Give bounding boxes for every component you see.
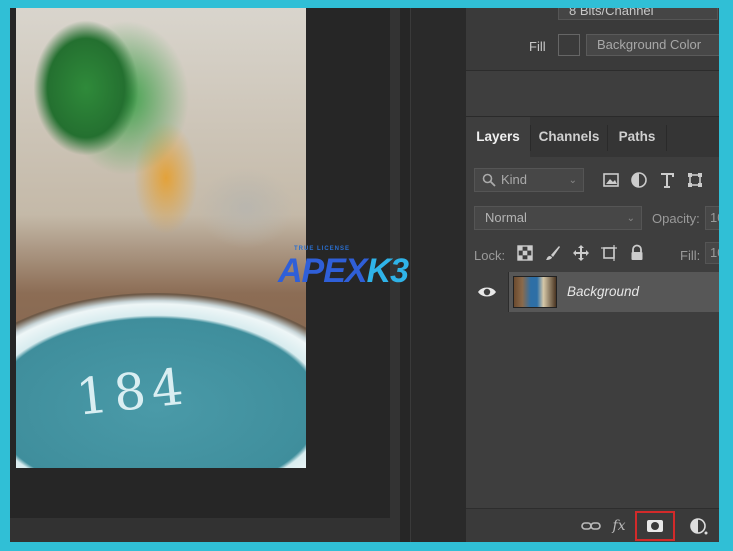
layers-panel-tabs: Layers Channels Paths — [466, 116, 719, 157]
link-layers-icon[interactable] — [580, 516, 602, 536]
adjustment-layer-icon[interactable] — [688, 516, 710, 536]
lock-move-icon[interactable] — [572, 244, 590, 262]
coaster-number: 184 — [73, 357, 193, 427]
watermark-title-a: APEX — [278, 252, 368, 290]
canvas-status-bar — [10, 518, 390, 542]
properties-panel: 8 Bits/Channel Fill Background Color — [466, 8, 719, 71]
fill-color-select[interactable]: Background Color — [586, 34, 719, 56]
lock-all-icon[interactable] — [628, 244, 646, 262]
blend-mode-label: Normal — [485, 210, 527, 225]
layer-fill-input[interactable]: 10 — [705, 242, 719, 264]
add-mask-icon — [647, 520, 663, 532]
type-filter-icon[interactable] — [658, 171, 676, 189]
chevron-down-icon: ⌄ — [626, 213, 635, 224]
right-panel: 8 Bits/Channel Fill Background Color Lay… — [466, 8, 719, 542]
layer-item[interactable]: Background — [508, 272, 719, 312]
add-mask-button[interactable] — [635, 511, 675, 541]
opacity-input[interactable]: 10 — [705, 206, 719, 230]
lock-paint-icon[interactable] — [544, 244, 562, 262]
layer-fill-label: Fill: — [680, 248, 701, 263]
blend-mode-select[interactable]: Normal ⌄ — [474, 206, 642, 230]
tab-paths[interactable]: Paths — [608, 117, 666, 157]
filter-kind-label: Kind — [501, 172, 528, 187]
tab-channels[interactable]: Channels — [531, 117, 607, 157]
watermark-logo: TRUE LICENSE APEXK3 — [278, 246, 428, 296]
watermark-title-b: K3 — [366, 252, 409, 290]
adjustment-filter-icon[interactable] — [630, 171, 648, 189]
photoshop-window: 184 8 Bits/Channel Fill Background Color… — [10, 8, 719, 542]
fill-color-swatch[interactable] — [558, 34, 580, 56]
shape-filter-icon[interactable] — [686, 171, 704, 189]
fx-icon[interactable]: fx — [608, 516, 630, 536]
tab-layers[interactable]: Layers — [466, 117, 530, 157]
layer-thumbnail — [513, 276, 557, 308]
layer-name[interactable]: Background — [567, 284, 639, 299]
filter-kind-select[interactable]: Kind ⌄ — [474, 168, 584, 192]
layers-bottom-bar: fx — [466, 508, 719, 542]
lock-artboard-icon[interactable] — [600, 244, 618, 262]
lock-transparent-icon[interactable] — [516, 244, 534, 262]
watermark-title: APEXK3 — [278, 252, 409, 291]
eye-icon[interactable] — [476, 282, 498, 302]
lock-label: Lock: — [474, 248, 506, 263]
layer-row[interactable]: Background — [466, 272, 719, 312]
document-photo[interactable]: 184 — [16, 8, 306, 468]
tab-divider — [666, 125, 667, 151]
image-filter-icon[interactable] — [602, 171, 620, 189]
chevron-down-icon: ⌄ — [568, 175, 577, 186]
properties-fill-label: Fill — [529, 39, 546, 54]
bit-depth-select[interactable]: 8 Bits/Channel — [558, 8, 718, 20]
opacity-label: Opacity: — [652, 211, 700, 226]
search-icon — [482, 173, 496, 187]
